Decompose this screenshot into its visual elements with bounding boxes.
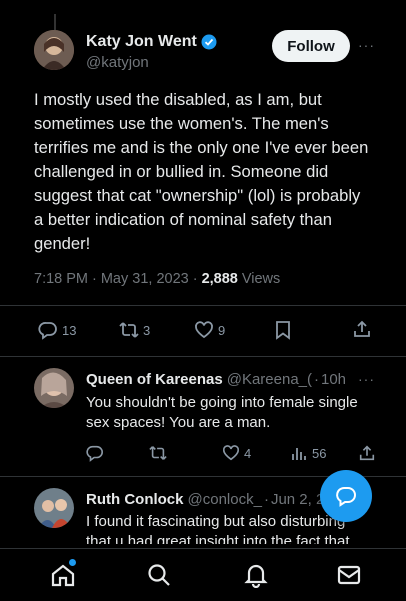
meta-separator: · [314, 371, 319, 388]
reply-retweet-icon[interactable] [148, 444, 168, 462]
notifications-icon [244, 564, 268, 588]
reply-text-content: I found it fascinating but also disturbi… [86, 513, 350, 544]
meta-separator: · [92, 271, 97, 287]
tweet-date[interactable]: May 31, 2023 [101, 271, 189, 287]
compose-reply-button[interactable] [320, 470, 372, 522]
reply-author-name[interactable]: Queen of Kareenas [86, 371, 223, 388]
tweet-time[interactable]: 7:18 PM [34, 271, 88, 287]
heart-icon [222, 444, 240, 462]
reply-views-action[interactable]: 56 [290, 444, 326, 462]
share-icon[interactable] [352, 319, 372, 339]
bookmark-icon[interactable] [274, 320, 292, 340]
reply-like-count: 4 [244, 445, 252, 461]
reply-author-handle[interactable]: @conlock_ [188, 491, 262, 508]
reply-more-icon[interactable]: ··· [358, 371, 375, 387]
divider [0, 356, 406, 357]
messages-icon [337, 565, 361, 585]
retweet-icon [118, 320, 140, 340]
author-name-row: Katy Jon Went [86, 33, 217, 51]
reply-icon [38, 320, 58, 340]
reply-time[interactable]: Jun 2, 2 [271, 491, 324, 508]
reply-like-action[interactable]: 4 [222, 444, 251, 462]
like-count: 9 [218, 322, 226, 338]
reply-text: I found it fascinating but also disturbi… [86, 512, 364, 544]
follow-button[interactable]: Follow [272, 30, 350, 62]
follow-button-label: Follow [287, 37, 335, 55]
tweet-text: I mostly used the disabled, as I am, but… [34, 90, 369, 253]
nav-messages[interactable] [336, 562, 362, 588]
views-chart-icon [290, 444, 308, 462]
reply-time[interactable]: 10h [321, 371, 346, 388]
more-options-icon[interactable]: ··· [358, 37, 375, 53]
retweet-action[interactable]: 3 [118, 320, 150, 340]
reply-author-name[interactable]: Ruth Conlock [86, 491, 184, 508]
nav-notifications[interactable] [243, 562, 269, 588]
reply-avatar[interactable] [34, 488, 74, 528]
bottom-nav [0, 548, 406, 601]
reply-action[interactable]: 13 [38, 320, 76, 340]
like-action[interactable]: 9 [194, 320, 225, 340]
reply-avatar-image [34, 488, 74, 528]
author-handle[interactable]: @katyjon [86, 54, 149, 71]
search-icon [148, 564, 170, 586]
author-name[interactable]: Katy Jon Went [86, 33, 197, 51]
thread-line [54, 14, 56, 30]
nav-home[interactable] [50, 559, 76, 588]
divider [0, 305, 406, 306]
nav-search[interactable] [146, 562, 172, 588]
author-avatar-image [34, 30, 74, 70]
home-notification-dot [69, 559, 76, 566]
reply-share-icon[interactable] [358, 444, 376, 462]
tweet-meta: 7:18 PM · May 31, 2023 · 2,888 Views [34, 271, 280, 287]
meta-separator: · [192, 271, 198, 287]
reply-reply-icon[interactable] [86, 444, 104, 462]
meta-separator: · [263, 491, 269, 508]
reply-avatar-image [34, 368, 74, 408]
reply-avatar[interactable] [34, 368, 74, 408]
reply-views-count: 56 [312, 445, 327, 461]
reply-count: 13 [62, 322, 77, 338]
compose-reply-icon [335, 485, 357, 507]
reply-text: You shouldn't be going into female singl… [86, 394, 358, 431]
retweet-count: 3 [143, 322, 151, 338]
verified-badge-icon [201, 34, 217, 50]
reply-header: Ruth Conlock @conlock_ · Jun 2, 2 [86, 491, 326, 508]
author-avatar[interactable] [34, 30, 74, 70]
reply-author-handle[interactable]: @Kareena_( [227, 371, 312, 388]
views-count: 2,888 [201, 271, 238, 287]
heart-icon [194, 320, 214, 340]
views-label: Views [241, 271, 281, 287]
reply-header: Queen of Kareenas @Kareena_( · 10h [86, 371, 346, 388]
